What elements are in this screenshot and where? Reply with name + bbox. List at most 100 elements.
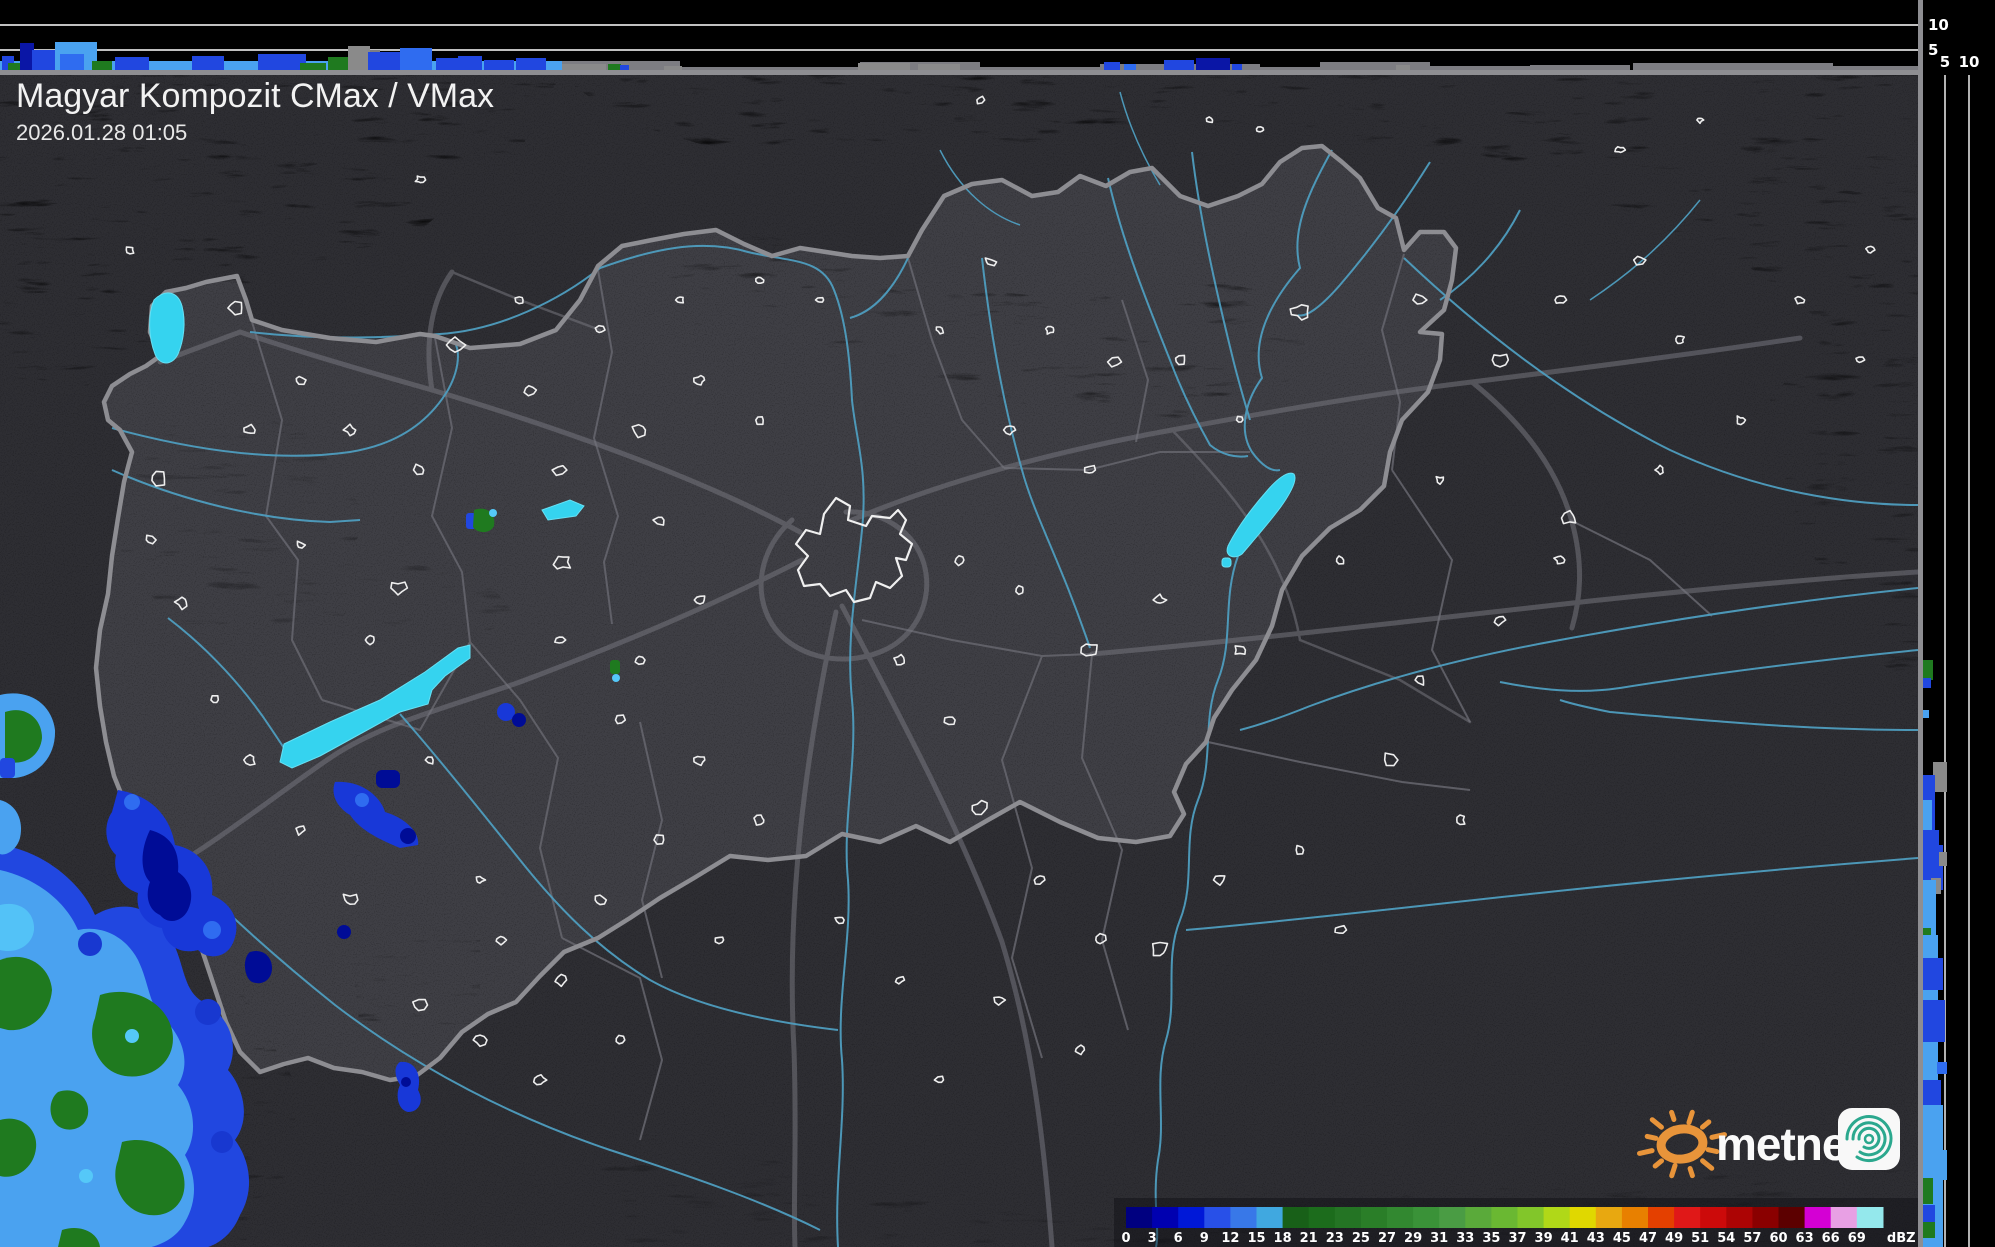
colorbar-tick-label: 25 [1352,1231,1370,1246]
colorbar-cell [1360,1207,1388,1228]
top-echo-segment [1104,62,1120,70]
right-echo-segment [1923,880,1936,935]
colorbar-cell [1334,1207,1362,1228]
vertical-separator [1918,0,1923,1247]
top-echo-segment [620,65,629,70]
top-terrain-segment [1260,67,1320,70]
colorbar-tick-label: 12 [1221,1231,1239,1246]
right-echo-segment [1923,678,1931,688]
right-echo-segment [1923,1150,1947,1180]
top-echo-segment [484,60,514,70]
colorbar-cell [1700,1207,1727,1228]
colorbar-cell [1230,1207,1258,1228]
map-area [0,74,1918,1247]
top-echo-segment [348,46,370,70]
top-terrain-segment [980,67,1100,70]
colorbar-tick-label: 23 [1326,1231,1344,1246]
top-echo-segment [300,63,326,70]
spiral-app-icon [1838,1108,1900,1170]
sun-ray [1686,1109,1695,1126]
top-echo-segment [1196,58,1230,70]
top-echo-segment [1164,60,1194,70]
colorbar-tick-label: 39 [1535,1231,1553,1246]
top-terrain-segment [1320,62,1430,70]
colorbar-cell [1752,1207,1780,1228]
top-terrain-segment [1530,65,1630,70]
colorbar-tick-label: 18 [1274,1231,1292,1246]
colorbar-cell [1856,1207,1884,1228]
colorbar-cell [1517,1207,1545,1228]
top-terrain-segment [1833,66,1918,70]
horizontal-separator [0,70,1923,75]
colorbar-cell [1491,1207,1519,1228]
colorbar-tick-label: 69 [1848,1231,1866,1246]
colorbar-cell [1543,1207,1571,1228]
page-title: Magyar Kompozit CMax / VMax [16,77,494,115]
dbz-colorbar: 0 3 6 9 12 15 18 21 23 25 27 29 31 33 35 37 39 41 43 45 47 49… [1114,1198,1918,1247]
colorbar-cell [1282,1207,1310,1228]
colorbar-tick-label: 47 [1639,1231,1657,1246]
top-profile-panel [0,0,1918,70]
top-echo-segment [115,57,149,70]
top-terrain-segment [1633,63,1833,70]
colorbar-tick-label: 49 [1665,1231,1683,1246]
top-echo-segment [562,64,606,70]
top-echo-segment [32,50,58,70]
sun-ray [1637,1148,1655,1156]
top-echo-segment [60,54,84,70]
colorbar-tick-label: 0 [1121,1231,1130,1246]
colorbar-cell [1830,1207,1858,1228]
right-axis-label-5: 5 [1940,53,1950,71]
sun-ray [1644,1133,1659,1141]
right-echo-segment [1939,852,1947,866]
top-echo-segment [228,62,258,70]
top-terrain-segment [1430,66,1530,70]
colorbar-cell [1387,1207,1414,1228]
top-echo-segment [1396,65,1410,70]
colorbar-cell [1804,1207,1832,1228]
colorbar-tick-label: 27 [1378,1231,1396,1246]
right-echo-segment [1933,762,1947,792]
right-axis-label-10: 10 [1959,53,1980,71]
top-echo-segment [516,58,546,70]
colorbar-cell [1648,1207,1675,1228]
colorbar-tick-label: 3 [1148,1231,1157,1246]
colorbar-tick-label: 45 [1613,1231,1631,1246]
right-echo-segment [1923,660,1933,680]
top-axis-label-5: 5 [1928,41,1938,59]
timestamp: 2026.01.28 01:05 [16,120,187,145]
top-echo-segment [436,58,458,70]
radar-viewer: 10 5 5 10 Magyar Kompozit CMax / VMax 20… [0,0,1995,1247]
sun-ray [1669,1109,1677,1122]
top-echo-segment [1124,64,1136,70]
colorbar-tick-label: 43 [1587,1231,1605,1246]
colorbar-tick-label: 66 [1822,1231,1840,1246]
top-echo-segment [192,56,224,70]
colorbar-tick-label: 37 [1508,1231,1526,1246]
colorbar-tick-label: 60 [1769,1231,1787,1246]
colorbar-cell [1569,1207,1597,1228]
radar-composite-canvas: 10 5 5 10 Magyar Kompozit CMax / VMax 20… [0,0,1995,1247]
sun-ray [1687,1166,1695,1179]
top-echo-segment [458,56,482,70]
colorbar-tick-label: 57 [1743,1231,1761,1246]
top-echo-segment [258,54,306,70]
top-echo-segment [858,63,910,70]
colorbar-tick-label: 35 [1482,1231,1500,1246]
right-echo-segment [1923,1178,1933,1204]
colorbar-tick-label: 15 [1247,1231,1265,1246]
colorbar-cell [1256,1207,1284,1228]
lake-tisza-lobe [1221,557,1232,568]
colorbar-cell [1204,1207,1231,1228]
sun-ray [1669,1162,1678,1179]
colorbar-tick-label: 9 [1200,1231,1209,1246]
colorbar-cell [1621,1207,1649,1228]
colorbar-cell [1413,1207,1440,1228]
colorbar-tick-label: 41 [1561,1231,1579,1246]
colorbar-cell [1465,1207,1492,1228]
colorbar-tick-label: 21 [1300,1231,1318,1246]
right-echo-segment [1923,710,1929,718]
colorbar-tick-label: 6 [1174,1231,1183,1246]
colorbar-cell [1778,1207,1806,1228]
colorbar-tick-label: 63 [1796,1231,1814,1246]
